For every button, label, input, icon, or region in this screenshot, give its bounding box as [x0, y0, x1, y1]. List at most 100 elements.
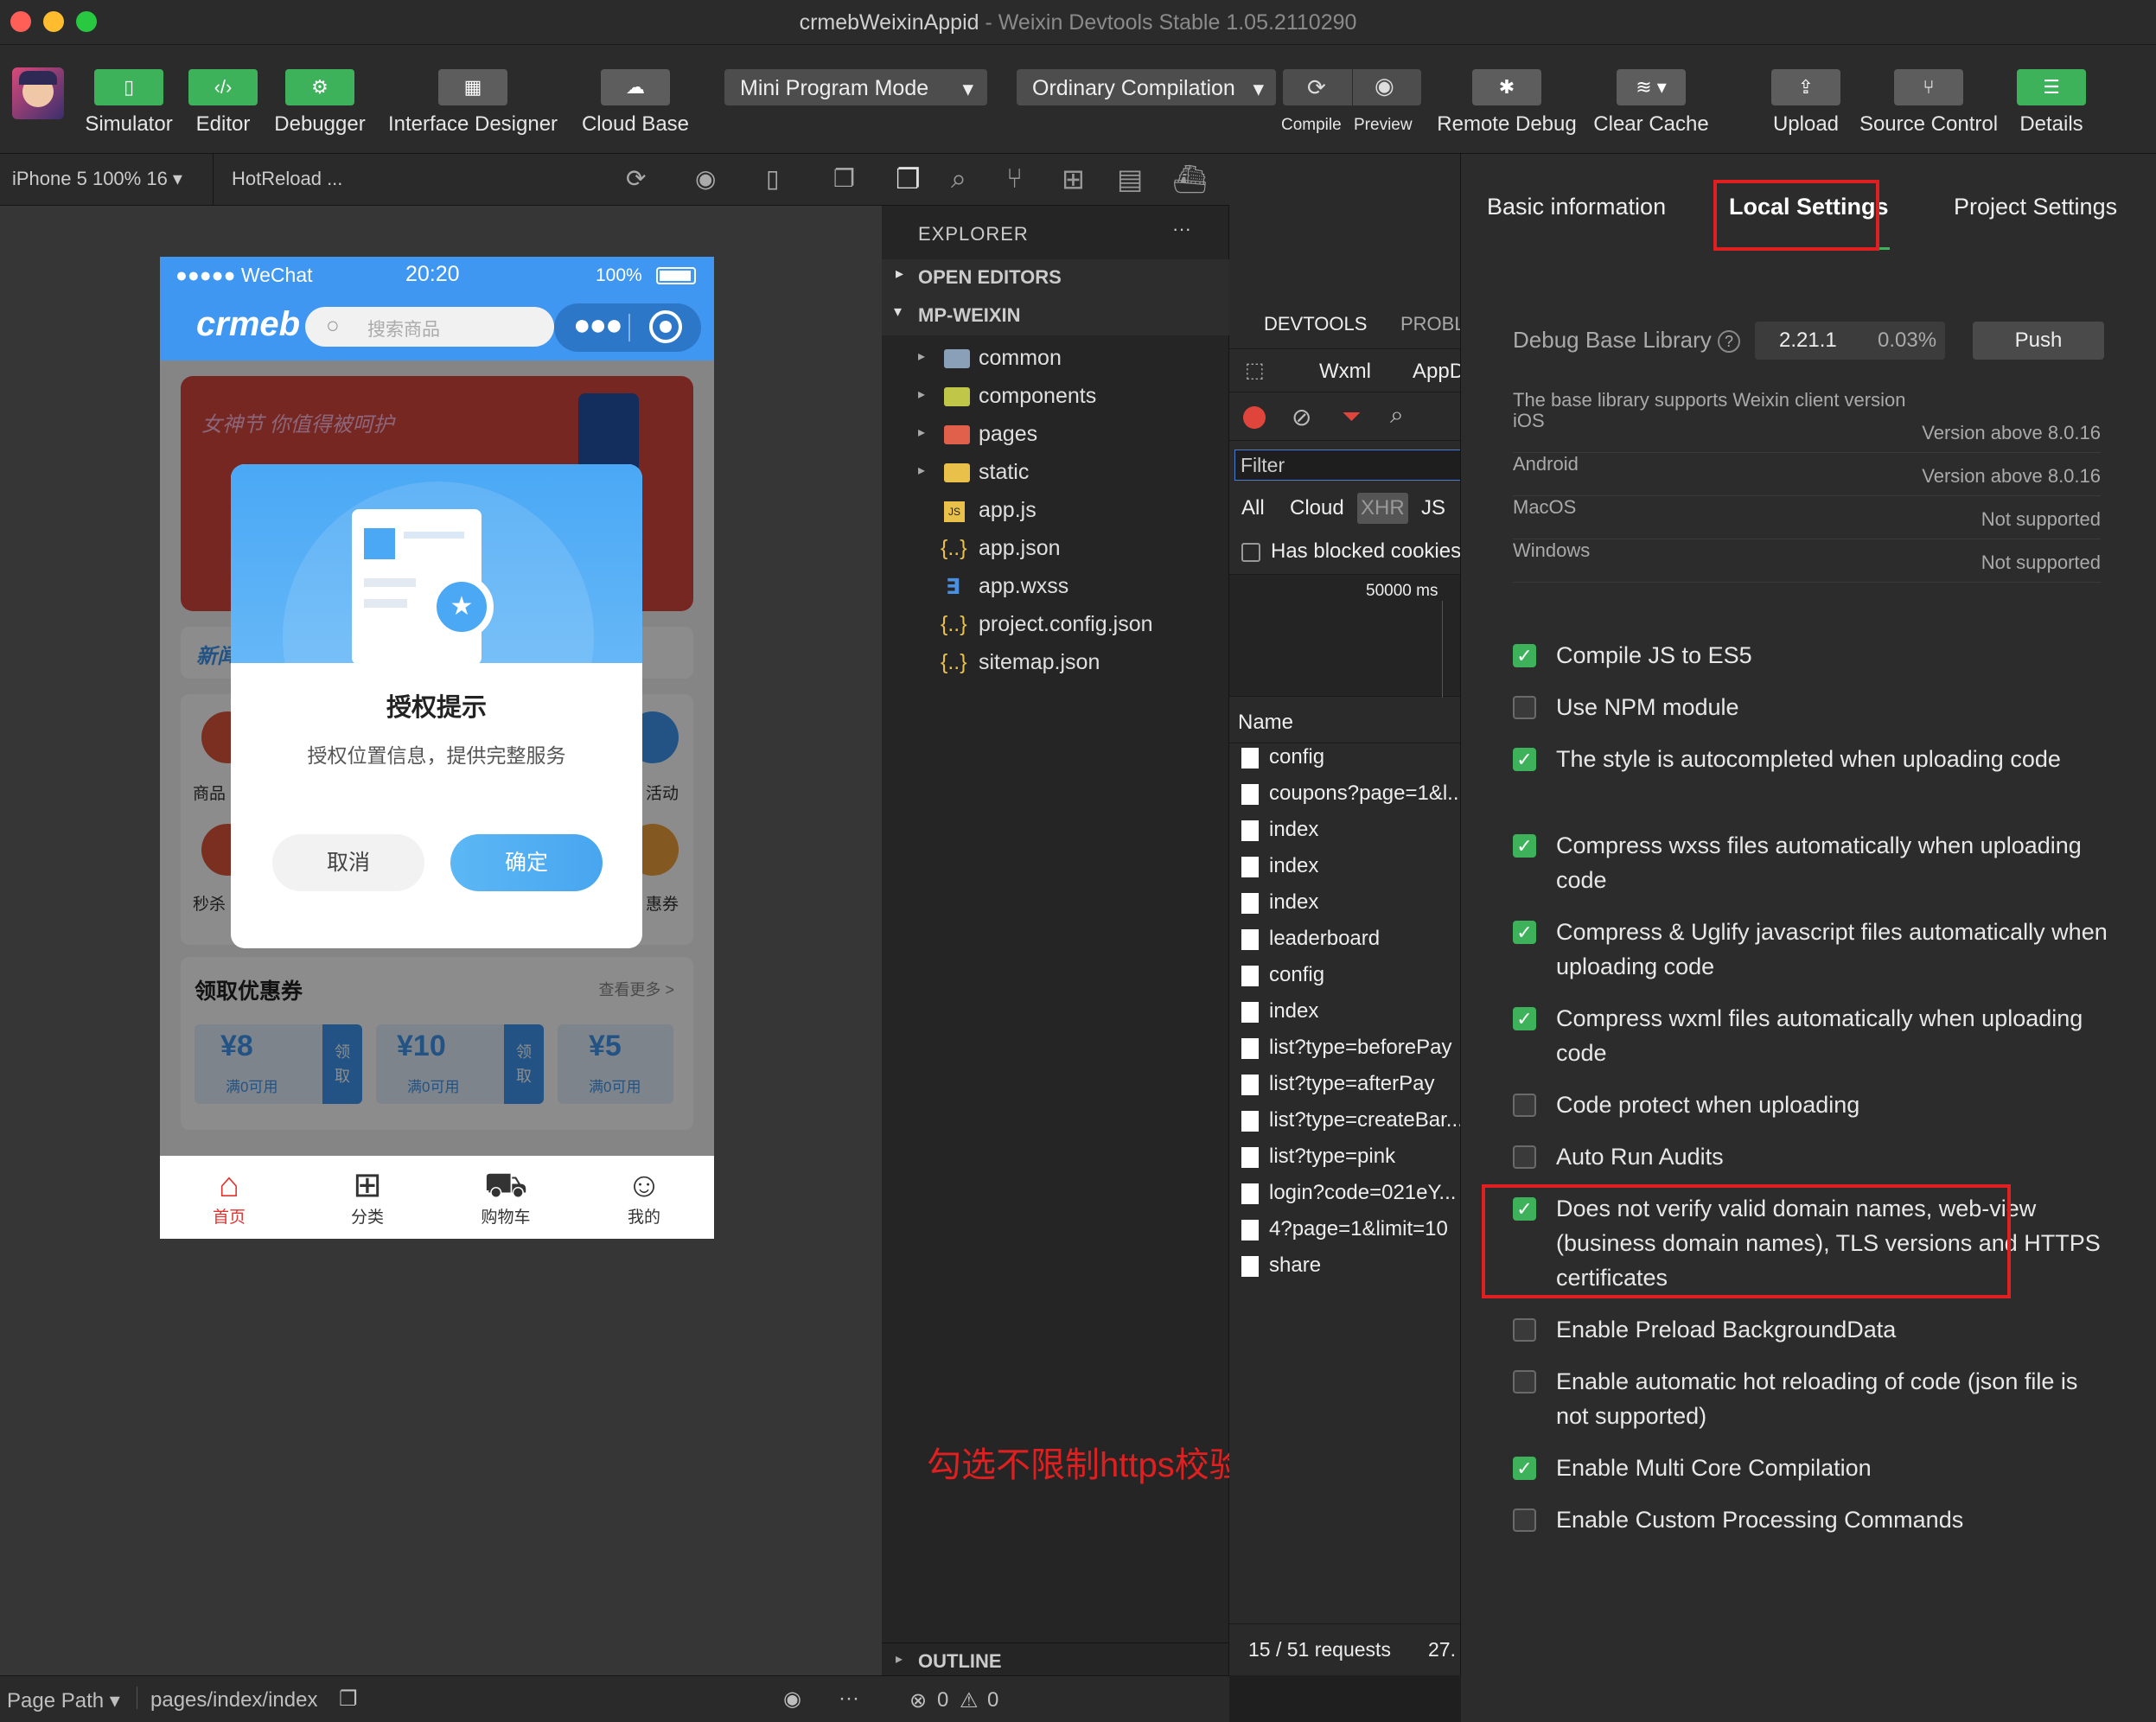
checkbox[interactable]: ✓ [1513, 921, 1536, 944]
checkbox[interactable]: ✓ [1513, 748, 1536, 771]
checkbox[interactable] [1513, 696, 1536, 719]
window-icon[interactable]: ❐ [833, 164, 855, 193]
request-row[interactable]: config [1241, 963, 1324, 987]
project-section[interactable]: ▾ MP-WEIXIN [882, 297, 1229, 335]
rotate-icon[interactable]: ⟳ [626, 164, 646, 193]
request-row[interactable]: list?type=createBar... [1241, 1108, 1460, 1132]
docker-icon[interactable]: ⛴ [1172, 163, 1208, 195]
checkbox[interactable] [1513, 1318, 1536, 1342]
record-icon[interactable] [1243, 406, 1266, 429]
upload-button[interactable]: ⇪ Upload [1767, 69, 1845, 137]
tab-cart[interactable]: ⛟ 购物车 [471, 1166, 540, 1228]
tab-project-settings[interactable]: Project Settings [1954, 194, 2117, 220]
request-row[interactable]: list?type=afterPay [1241, 1072, 1434, 1096]
blocked-cookies-checkbox[interactable]: Has blocked cookies [1241, 539, 1460, 564]
tab-me[interactable]: ☺ 我的 [618, 1166, 670, 1228]
checkbox[interactable] [1513, 1370, 1536, 1394]
details-button[interactable]: ☰ Details [2012, 69, 2090, 137]
request-row[interactable]: login?code=021eY... [1241, 1181, 1456, 1205]
filter-all[interactable]: All [1241, 496, 1265, 520]
storage-icon[interactable]: ▤ [1117, 163, 1143, 195]
checkbox[interactable] [1513, 1145, 1536, 1169]
debugger-button[interactable]: ⚙ Debugger [268, 69, 372, 137]
extensions-icon[interactable]: ⊞ [1062, 163, 1085, 195]
remote-debug-button[interactable]: ✱ Remote Debug [1433, 69, 1580, 137]
request-row[interactable]: list?type=pink [1241, 1145, 1395, 1169]
simulator-button[interactable]: ▯ Simulator [81, 69, 176, 137]
source-control-button[interactable]: ⑂ Source Control [1853, 69, 2004, 137]
filter-input[interactable]: Filter [1234, 450, 1460, 481]
checkbox[interactable]: ✓ [1513, 1457, 1536, 1480]
more-icon[interactable]: ··· [1172, 218, 1191, 240]
eye-icon[interactable]: ◉ [1375, 73, 1394, 99]
cloud-base-button[interactable]: ☁ Cloud Base [577, 69, 693, 137]
checkbox[interactable] [1513, 1508, 1536, 1532]
tab-home[interactable]: ⌂ 首页 [203, 1166, 255, 1228]
avatar[interactable] [12, 67, 64, 119]
debug-base-library-label: Debug Base Library ? [1513, 327, 1741, 354]
page-path-select[interactable]: Page Path ▾ [7, 1688, 120, 1713]
help-icon[interactable]: ? [1718, 330, 1741, 354]
request-row[interactable]: share [1241, 1253, 1321, 1278]
request-row[interactable]: 4?page=1&limit=10 [1241, 1217, 1448, 1241]
setting-label: Compress & Uglify javascript files autom… [1556, 919, 2108, 979]
search-icon[interactable]: ⌕ [1390, 401, 1404, 430]
filter-xhr[interactable]: XHR [1357, 493, 1408, 524]
request-row[interactable]: index [1241, 818, 1318, 842]
request-row[interactable]: index [1241, 890, 1318, 915]
more-icon[interactable]: ··· [839, 1687, 859, 1711]
phone-icon[interactable]: ▯ [766, 164, 779, 193]
tab-basic-information[interactable]: Basic information [1487, 194, 1666, 220]
filter-js[interactable]: JS [1421, 496, 1445, 520]
open-editors-section[interactable]: ▸ OPEN EDITORS [882, 259, 1229, 297]
editor-button[interactable]: ‹/› Editor [188, 69, 258, 137]
tab-appdata[interactable]: AppD [1413, 360, 1460, 384]
refresh-icon[interactable]: ⟳ [1307, 74, 1326, 101]
mode-select[interactable]: Mini Program Mode ▾ [724, 69, 987, 105]
library-version-select[interactable]: 2.21.1 0.03% [1755, 322, 1945, 360]
filter-icon[interactable]: ⏷ [1342, 403, 1361, 431]
request-row[interactable]: index [1241, 854, 1318, 878]
chevron-down-icon: ▾ [894, 303, 903, 320]
checkbox[interactable]: ✓ [1513, 1007, 1536, 1030]
highlight-box [1713, 180, 1879, 251]
files-icon[interactable]: ❐ [896, 163, 921, 195]
clear-icon[interactable]: ⊘ [1292, 403, 1311, 431]
branch-icon[interactable]: ⑂ [1006, 163, 1023, 195]
request-row[interactable]: list?type=beforePay [1241, 1036, 1451, 1060]
checkbox[interactable] [1513, 1094, 1536, 1117]
outline-section[interactable]: ▸ OUTLINE [882, 1642, 1229, 1677]
compile-button[interactable]: Compile [1281, 116, 1342, 135]
problems-status[interactable]: ⊗ 0 ⚠ 0 [882, 1675, 1229, 1722]
request-row[interactable]: coupons?page=1&l... [1241, 781, 1460, 806]
confirm-button[interactable]: 确定 [450, 834, 603, 891]
preview-button[interactable]: Preview [1354, 116, 1413, 135]
close-capsule-icon[interactable] [649, 310, 682, 343]
search-icon[interactable]: ⌕ [951, 163, 966, 195]
more-dots-icon[interactable]: ●●● [573, 309, 623, 342]
request-row[interactable]: index [1241, 999, 1318, 1024]
clear-cache-button[interactable]: ≋ ▾ Clear Cache [1591, 69, 1712, 137]
push-button[interactable]: Push [1973, 322, 2104, 360]
tab-problems[interactable]: PROBL [1400, 313, 1460, 335]
tab-devtools[interactable]: DEVTOOLS [1264, 313, 1367, 335]
hotreload-select[interactable]: HotReload ... [232, 168, 342, 190]
tab-wxml[interactable]: Wxml [1319, 360, 1371, 384]
request-row[interactable]: config [1241, 745, 1324, 769]
device-select[interactable]: iPhone 5 100% 16 ▾ [12, 168, 182, 190]
name-column-header[interactable]: Name [1229, 702, 1460, 743]
interface-designer-button[interactable]: ▦ Interface Designer [380, 69, 565, 137]
cancel-button[interactable]: 取消 [272, 834, 424, 891]
capsule-menu[interactable]: ●●● [554, 303, 701, 352]
tab-category[interactable]: ⊞ 分类 [341, 1166, 393, 1228]
compilation-select[interactable]: Ordinary Compilation ▾ [1017, 69, 1276, 105]
inspect-icon[interactable]: ⬚ [1245, 358, 1265, 383]
stop-icon[interactable]: ◉ [695, 164, 716, 193]
copy-icon[interactable]: ❐ [339, 1687, 358, 1712]
checkbox[interactable]: ✓ [1513, 834, 1536, 858]
checkbox[interactable]: ✓ [1513, 644, 1536, 667]
search-input[interactable]: ○ 搜索商品 [305, 307, 554, 347]
filter-cloud[interactable]: Cloud [1290, 496, 1344, 520]
request-row[interactable]: leaderboard [1241, 927, 1380, 951]
eye-icon[interactable]: ◉ [783, 1687, 801, 1712]
